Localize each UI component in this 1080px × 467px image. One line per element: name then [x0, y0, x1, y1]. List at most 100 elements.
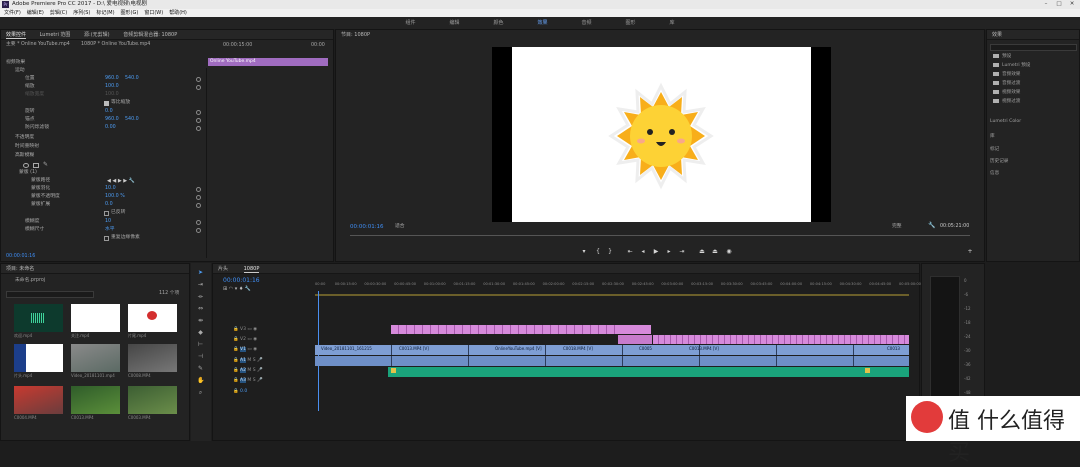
mask-tracking-controls[interactable]: ◀ ◀ ▶ ▶ 🔧	[107, 177, 135, 185]
a2-track-clip[interactable]	[388, 367, 909, 377]
v3-clip[interactable]	[618, 325, 650, 334]
mark-out-icon[interactable]: }	[606, 248, 614, 256]
position-x-value[interactable]: 960.0	[105, 75, 119, 83]
tab-sequence-intro[interactable]: 片头	[218, 266, 228, 272]
opacity-label[interactable]: 不透明度	[15, 134, 34, 142]
clip-thumbnail[interactable]	[128, 386, 177, 414]
source-clip-label[interactable]: 主要 * Online YouTube.mp4	[6, 41, 70, 49]
lift-icon[interactable]: ⏏	[698, 248, 706, 256]
clip-thumbnail[interactable]	[128, 304, 177, 332]
quality-dropdown[interactable]: 完整	[892, 223, 902, 231]
pen-mask-icon[interactable]: ✎	[43, 161, 48, 168]
ripple-edit-tool-icon[interactable]: ⟛	[197, 293, 204, 300]
flicker-value[interactable]: 0.00	[105, 124, 116, 132]
v3-clip-group[interactable]	[391, 325, 651, 334]
repeat-edge-checkbox[interactable]	[104, 236, 109, 241]
extract-icon[interactable]: ⏏	[711, 248, 719, 256]
workspace-audio[interactable]: 音频	[582, 17, 592, 29]
razor-tool-icon[interactable]: ◆	[197, 329, 204, 336]
workspace-color[interactable]: 颜色	[493, 17, 503, 29]
sequence-clip-label[interactable]: 1080P * Online YouTube.mp4	[81, 41, 150, 49]
program-scrubber[interactable]	[350, 233, 970, 236]
blur-dimensions-value[interactable]: 水平	[105, 226, 115, 234]
workspace-graphics[interactable]: 图形	[626, 17, 636, 29]
clip-thumbnail[interactable]	[71, 386, 120, 414]
effect-controls-timecode[interactable]: 00:00:01:16	[6, 253, 35, 261]
add-marker-icon[interactable]: ▾	[580, 248, 588, 256]
menu-file[interactable]: 文件(F)	[4, 9, 21, 17]
go-to-in-icon[interactable]: ⇤	[626, 248, 634, 256]
selection-tool-icon[interactable]: ➤	[197, 269, 204, 276]
menu-clip[interactable]: 剪辑(C)	[50, 9, 67, 17]
close-icon[interactable]: ✕	[1066, 0, 1078, 9]
blurriness-value[interactable]: 10	[105, 218, 111, 226]
tab-source[interactable]: 源:(无剪辑)	[84, 32, 110, 38]
settings-wrench-icon[interactable]: 🔧	[928, 222, 935, 229]
scale-value[interactable]: 100.0	[105, 83, 119, 91]
v2-clip-group[interactable]	[653, 335, 909, 344]
export-frame-icon[interactable]: ◉	[725, 248, 733, 256]
reset-icon[interactable]	[196, 220, 201, 225]
minimize-icon[interactable]: –	[1040, 0, 1052, 9]
project-search-input[interactable]	[6, 291, 94, 298]
effects-item-video-effects[interactable]: 视频效果	[993, 89, 1020, 95]
panel-info[interactable]: 信息	[990, 170, 999, 176]
mark-in-icon[interactable]: {	[594, 248, 602, 256]
timeline-ruler[interactable]: 00:00 00:00:15:00 00:00:30:00 00:00:45:00 00…	[315, 279, 921, 293]
mask-feather-value[interactable]: 10.0	[105, 185, 116, 193]
workspace-editing[interactable]: 编辑	[449, 17, 459, 29]
project-title[interactable]: 项目: 未命名	[1, 264, 189, 274]
rolling-edit-tool-icon[interactable]: ⇔	[197, 305, 204, 312]
fit-dropdown[interactable]: 适合	[395, 223, 405, 231]
v2-clip[interactable]	[618, 335, 652, 344]
clip-thumbnail[interactable]	[71, 304, 120, 332]
reset-icon[interactable]	[196, 77, 201, 82]
anchor-x-value[interactable]: 960.0	[105, 116, 119, 124]
clip-thumbnail[interactable]	[14, 344, 63, 372]
pen-tool-icon[interactable]: ✎	[197, 365, 204, 372]
workspace-assembly[interactable]: 组件	[405, 17, 415, 29]
reset-icon[interactable]	[196, 228, 201, 233]
track-select-tool-icon[interactable]: ⇥	[197, 281, 204, 288]
button-editor-icon[interactable]: +	[966, 248, 974, 256]
panel-markers[interactable]: 标记	[990, 146, 999, 152]
go-to-out-icon[interactable]: ⇥	[678, 248, 686, 256]
tab-sequence-1080p[interactable]: 1080P	[243, 266, 260, 273]
anchor-y-value[interactable]: 540.0	[125, 116, 139, 124]
timeline-timecode[interactable]: 00:00:01:16	[223, 277, 260, 285]
hand-tool-icon[interactable]: ✋	[197, 377, 204, 384]
menu-window[interactable]: 窗口(W)	[144, 9, 163, 17]
workspace-effects[interactable]: 效果	[537, 17, 547, 29]
reset-icon[interactable]	[196, 110, 201, 115]
effects-item-audio-effects[interactable]: 音频效果	[993, 71, 1020, 77]
work-area-bar[interactable]	[315, 294, 909, 296]
program-timecode[interactable]: 00:00:01:16	[350, 223, 384, 231]
menu-edit[interactable]: 编辑(E)	[27, 9, 44, 17]
clip-thumbnail[interactable]	[128, 344, 177, 372]
panel-history[interactable]: 历史记录	[990, 158, 1008, 164]
mask-expand-value[interactable]: 0.0	[105, 201, 113, 209]
gaussian-blur-label[interactable]: 高斯模糊	[15, 152, 34, 160]
menu-marker[interactable]: 标记(M)	[96, 9, 114, 17]
reset-icon[interactable]	[196, 195, 201, 200]
clip-thumbnail[interactable]	[71, 344, 120, 372]
rate-stretch-tool-icon[interactable]: ⇹	[197, 317, 204, 324]
position-y-value[interactable]: 540.0	[125, 75, 139, 83]
time-remap-label[interactable]: 时间重映射	[15, 143, 39, 151]
effects-item-lumetri[interactable]: Lumetri 预设	[993, 62, 1030, 68]
mask-opacity-value[interactable]: 100.0 %	[105, 193, 125, 201]
effects-search-input[interactable]	[990, 44, 1077, 51]
reset-icon[interactable]	[196, 118, 201, 123]
effects-title[interactable]: 效果	[987, 30, 1079, 40]
slide-tool-icon[interactable]: ⊣	[197, 353, 204, 360]
step-back-icon[interactable]: ◂	[639, 248, 647, 256]
clip-thumbnail[interactable]	[14, 304, 63, 332]
ellipse-mask-icon[interactable]	[23, 163, 29, 168]
reset-icon[interactable]	[196, 187, 201, 192]
inverted-checkbox[interactable]	[104, 211, 109, 216]
slip-tool-icon[interactable]: ⊢	[197, 341, 204, 348]
panel-lumetri-color[interactable]: Lumetri Color	[990, 119, 1021, 124]
effects-item-presets[interactable]: 预设	[993, 53, 1011, 59]
v1-track-clips[interactable]: Video_20181101_161215 C0013.MP4 [V] Onli…	[315, 345, 909, 355]
uniform-scale-checkbox[interactable]	[104, 101, 109, 106]
